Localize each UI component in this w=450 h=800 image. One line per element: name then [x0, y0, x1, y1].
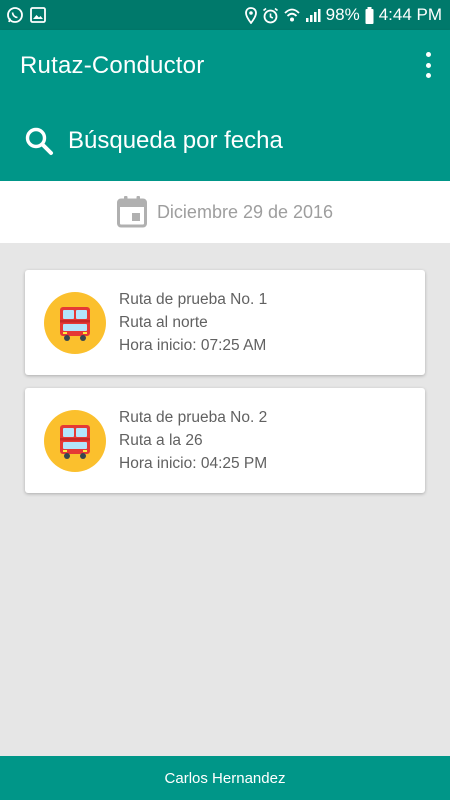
date-search-button[interactable]: Búsqueda por fecha: [24, 126, 283, 156]
route-name: Ruta de prueba No. 1: [119, 291, 268, 308]
overflow-dot-icon: [425, 62, 431, 68]
route-card[interactable]: Ruta de prueba No. 2 Ruta a la 26 Hora i…: [25, 388, 425, 493]
calendar-icon: [116, 196, 147, 228]
date-selector[interactable]: Diciembre 29 de 2016: [0, 181, 450, 243]
route-description: Ruta al norte: [119, 314, 208, 331]
battery-icon: [365, 6, 374, 24]
battery-percent: 98%: [325, 5, 360, 24]
alarm-icon: [262, 7, 279, 24]
route-avatar: [44, 409, 106, 472]
image-icon: [30, 7, 46, 23]
route-card[interactable]: Ruta de prueba No. 1 Ruta al norte Hora …: [25, 270, 425, 375]
bus-icon: [58, 422, 92, 460]
route-description: Ruta a la 26: [119, 432, 203, 449]
status-time: 4:44 PM: [378, 5, 442, 24]
search-label: Búsqueda por fecha: [68, 127, 283, 154]
route-start-time: Hora inicio: 04:25 PM: [119, 455, 268, 472]
app-title: Rutaz-Conductor: [20, 52, 205, 79]
route-details: Ruta de prueba No. 2 Ruta a la 26 Hora i…: [119, 408, 267, 473]
route-details: Ruta de prueba No. 1 Ruta al norte Hora …: [119, 290, 267, 355]
route-start-time: Hora inicio: 07:25 AM: [119, 337, 267, 354]
route-list: Ruta de prueba No. 1 Ruta al norte Hora …: [25, 270, 425, 506]
overflow-dot-icon: [425, 73, 431, 78]
app-bar: Rutaz-Conductor Búsqueda por fecha: [0, 30, 450, 181]
overflow-dot-icon: [425, 52, 431, 57]
search-icon: [24, 126, 54, 156]
route-avatar: [44, 291, 106, 354]
signal-icon: [305, 7, 321, 23]
wifi-icon: [284, 7, 300, 23]
user-name: Carlos Hernandez: [164, 769, 286, 787]
status-right: 98% 4:44 PM: [244, 5, 442, 25]
selected-date: Diciembre 29 de 2016: [156, 201, 334, 222]
route-name: Ruta de prueba No. 2: [119, 409, 268, 426]
location-icon: [244, 6, 257, 24]
footer-user-bar: Carlos Hernandez: [0, 756, 450, 800]
status-bar: 98% 4:44 PM: [0, 0, 450, 30]
status-left: [6, 6, 46, 24]
bus-icon: [58, 304, 92, 342]
overflow-menu-button[interactable]: [422, 52, 434, 78]
whatsapp-icon: [6, 6, 24, 24]
